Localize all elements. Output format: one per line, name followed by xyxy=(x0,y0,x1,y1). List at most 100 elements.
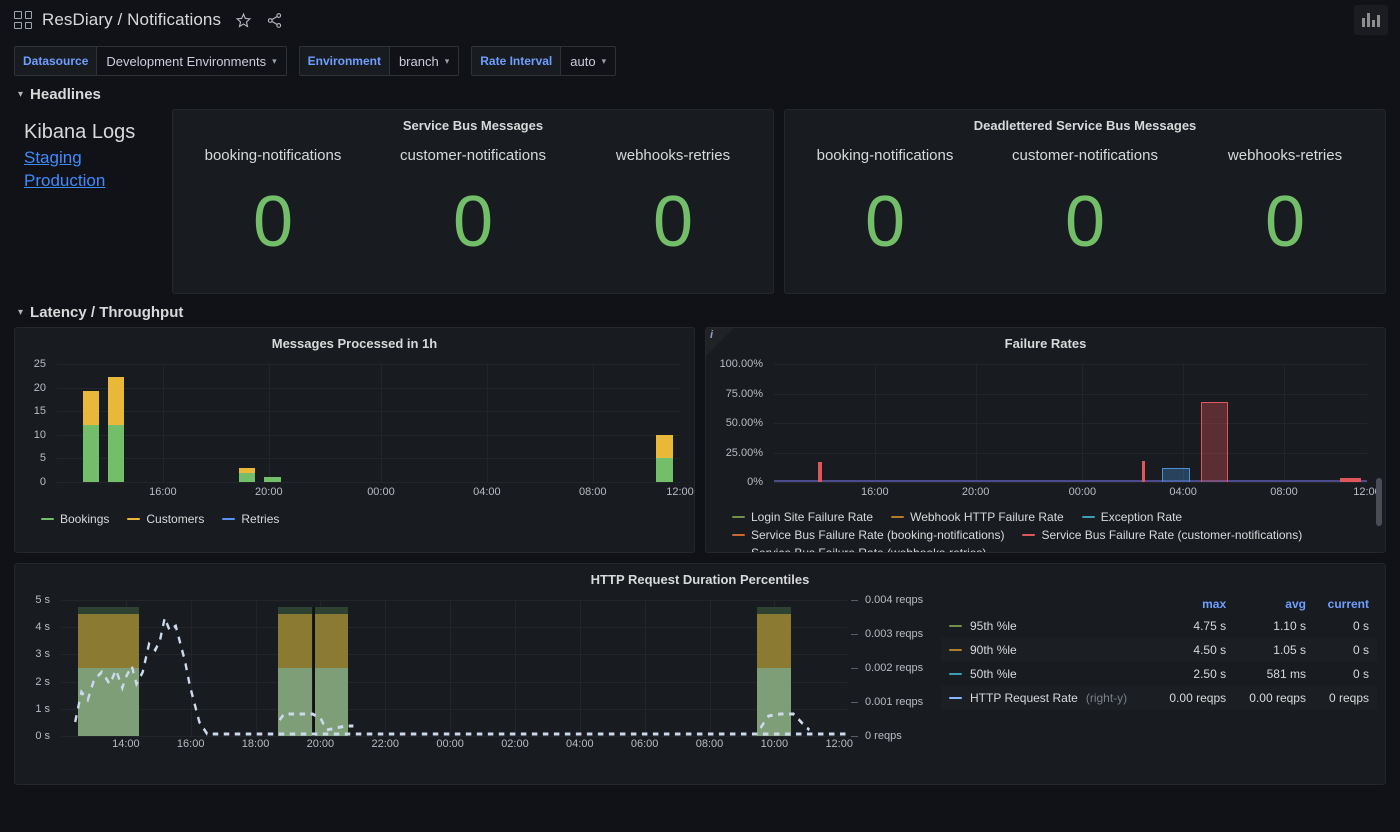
bar-segment xyxy=(656,458,673,482)
x-tick-label: 06:00 xyxy=(630,738,659,750)
y-axis-messages-processed: 25 20 15 10 5 0 xyxy=(15,358,53,488)
y-tick-label: 25.00% xyxy=(725,446,763,459)
y-tick-label-right: 0.002 reqps xyxy=(865,662,924,674)
legend-item[interactable]: Service Bus Failure Rate (webhooks-retri… xyxy=(732,546,986,552)
legend-series-cell: 50th %le xyxy=(941,662,1154,686)
y-tick-label: 10 xyxy=(33,428,46,441)
y-tick-label: 25 xyxy=(33,358,46,370)
legend-color-swatch xyxy=(949,673,962,675)
stat-dl-booking-notifications[interactable]: booking-notifications 0 xyxy=(785,133,985,290)
x-tick-label: 16:00 xyxy=(176,738,205,750)
y-axis-failure-rates: 100.00% 75.00% 50.00% 25.00% 0% xyxy=(706,358,770,488)
variable-select-datasource[interactable]: Development Environments ▾ xyxy=(97,46,287,76)
gridline xyxy=(268,364,270,482)
panel-messages-processed: Messages Processed in 1h 25 20 15 10 5 0 16:0… xyxy=(14,327,695,553)
gridline xyxy=(380,364,382,482)
legend-table-row[interactable]: HTTP Request Rate (right-y) 0.00 reqps 0.00… xyxy=(941,686,1377,710)
chart-messages-processed[interactable] xyxy=(57,364,680,483)
legend-table-row[interactable]: 95th %le 4.75 s 1.10 s 0 s xyxy=(941,614,1377,638)
panel-kibana-logs: Kibana Logs Staging Production xyxy=(14,109,162,294)
legend-item[interactable]: Bookings xyxy=(41,512,109,526)
y-tick-mark xyxy=(851,634,858,635)
legend-label: Service Bus Failure Rate (webhooks-retri… xyxy=(751,546,986,552)
variable-value-rate-interval: auto xyxy=(570,53,596,69)
legend-color-swatch xyxy=(949,625,962,627)
chart-http-request-duration[interactable] xyxy=(61,600,847,737)
legend-color-swatch xyxy=(949,697,962,699)
legend-header-max[interactable]: max xyxy=(1154,594,1234,614)
gridline xyxy=(162,364,164,482)
x-tick-label: 04:00 xyxy=(566,738,594,750)
legend-messages-processed: Bookings Customers Retries xyxy=(15,506,694,526)
series-event xyxy=(1162,467,1190,482)
info-icon[interactable]: i xyxy=(706,328,734,356)
bar-segment xyxy=(83,425,100,482)
stat-row-service-bus: booking-notifications 0 customer-notific… xyxy=(173,133,773,290)
x-tick-label: 20:00 xyxy=(961,486,990,498)
stat-dl-webhooks-retries[interactable]: webhooks-retries 0 xyxy=(1185,133,1385,290)
legend-color-swatch xyxy=(222,518,236,520)
legend-item[interactable]: Exception Rate xyxy=(1081,510,1183,524)
variable-label-datasource: Datasource xyxy=(14,46,98,76)
bar-segment xyxy=(83,391,100,426)
chevron-down-icon: ▾ xyxy=(18,307,24,318)
legend-item[interactable]: Service Bus Failure Rate (customer-notif… xyxy=(1022,528,1302,542)
section-header-headlines[interactable]: ▾ Headlines xyxy=(0,76,1400,109)
stat-booking-notifications[interactable]: booking-notifications 0 xyxy=(173,133,373,290)
variable-select-rate-interval[interactable]: auto ▾ xyxy=(561,46,617,76)
link-staging[interactable]: Staging xyxy=(24,147,158,170)
legend-color-swatch xyxy=(732,534,745,536)
y-tick-label-left: 1 s xyxy=(35,702,50,715)
chart-failure-rates[interactable] xyxy=(774,364,1367,483)
legend-item[interactable]: Customers xyxy=(127,512,204,526)
legend-axis-note: (right-y) xyxy=(1085,691,1128,705)
legend-item[interactable]: Retries xyxy=(222,512,279,526)
variable-environment: Environment branch ▾ xyxy=(298,46,460,76)
legend-label: Retries xyxy=(241,512,280,526)
legend-item[interactable]: Service Bus Failure Rate (booking-notifi… xyxy=(732,528,1004,542)
gridline xyxy=(592,364,594,482)
legend-series-cell: 95th %le xyxy=(941,614,1154,638)
variable-select-environment[interactable]: branch ▾ xyxy=(389,46,460,76)
gridline xyxy=(1183,364,1185,482)
page-title: ResDiary / Notifications xyxy=(42,10,222,29)
stat-value: 0 xyxy=(1264,182,1306,262)
y-axis-left-http: 5 s 4 s 3 s 2 s 1 s 0 s xyxy=(15,594,57,742)
top-bar: ResDiary / Notifications xyxy=(0,0,1400,40)
y-tick-label-right: 0.004 reqps xyxy=(865,594,924,606)
stat-webhooks-retries[interactable]: webhooks-retries 0 xyxy=(573,133,773,290)
x-tick-label: 16:00 xyxy=(149,486,177,498)
stat-customer-notifications[interactable]: customer-notifications 0 xyxy=(373,133,573,290)
legend-label: Login Site Failure Rate xyxy=(751,510,874,524)
legend-scrollbar[interactable] xyxy=(1376,478,1382,526)
share-icon[interactable] xyxy=(266,12,283,29)
panel-title-service-bus-messages: Service Bus Messages xyxy=(402,118,544,133)
legend-table-row[interactable]: 50th %le 2.50 s 581 ms 0 s xyxy=(941,662,1377,686)
star-icon[interactable] xyxy=(235,12,252,29)
legend-label: Exception Rate xyxy=(1100,510,1183,524)
legend-header-avg[interactable]: avg xyxy=(1234,594,1314,614)
stat-name: booking-notifications xyxy=(204,147,342,164)
section-header-latency-throughput[interactable]: ▾ Latency / Throughput xyxy=(0,294,1400,327)
gridline xyxy=(57,458,680,460)
legend-item[interactable]: Webhook HTTP Failure Rate xyxy=(891,510,1064,524)
stat-dl-customer-notifications[interactable]: customer-notifications 0 xyxy=(985,133,1185,290)
legend-table-row[interactable]: 90th %le 4.50 s 1.05 s 0 s xyxy=(941,638,1377,662)
x-tick-label: 10:00 xyxy=(760,738,789,750)
y-tick-label-left: 2 s xyxy=(35,675,50,688)
legend-label: Bookings xyxy=(60,512,110,526)
legend-color-swatch xyxy=(127,518,141,520)
link-production[interactable]: Production xyxy=(24,170,158,193)
series-event xyxy=(1340,478,1362,482)
stat-name: customer-notifications xyxy=(1012,147,1158,164)
legend-label: Service Bus Failure Rate (customer-notif… xyxy=(1041,528,1303,542)
legend-series-name: 90th %le xyxy=(970,643,1017,657)
dashboards-grid-icon[interactable] xyxy=(14,11,32,29)
panel-service-bus-messages: Service Bus Messages booking-notificatio… xyxy=(172,109,774,294)
legend-item[interactable]: Login Site Failure Rate xyxy=(732,510,873,524)
bar-segment xyxy=(108,425,125,482)
gridline xyxy=(57,364,680,365)
y-axis-right-http: 0.004 reqps 0.003 reqps 0.002 reqps 0.001 r… xyxy=(851,594,946,742)
legend-header-current[interactable]: current xyxy=(1314,594,1377,614)
bar-chart-icon[interactable] xyxy=(1354,5,1388,35)
